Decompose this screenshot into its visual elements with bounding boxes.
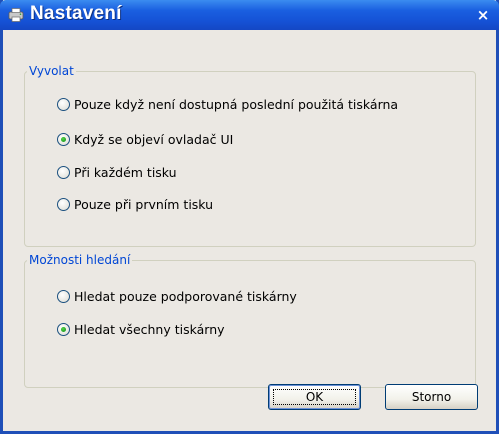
radio-moznosti-option-2[interactable]: Hledat všechny tiskárny	[57, 320, 225, 338]
ok-button[interactable]: OK	[268, 384, 361, 410]
group-vyvolat-legend: Vyvolat	[29, 64, 74, 78]
radio-label: Hledat všechny tiskárny	[74, 321, 225, 337]
printer-app-icon	[8, 8, 24, 22]
ok-button-label: OK	[305, 390, 324, 404]
title-bar[interactable]: Nastavení ×	[0, 0, 499, 30]
cancel-button-label: Storno	[411, 390, 452, 404]
radio-moznosti-option-1[interactable]: Hledat pouze podporované tiskárny	[57, 287, 297, 305]
radio-label: Pouze když není dostupná poslední použit…	[74, 96, 399, 112]
radio-label: Pouze při prvním tisku	[74, 196, 214, 212]
radio-label: Při každém tisku	[74, 164, 177, 180]
radio-vyvolat-option-1[interactable]: Pouze když není dostupná poslední použit…	[57, 95, 398, 113]
dialog-body: Vyvolat Pouze když není dostupná posledn…	[3, 30, 496, 431]
radio-button[interactable]	[57, 165, 70, 179]
radio-vyvolat-option-2[interactable]: Když se objeví ovladač UI	[57, 130, 233, 148]
radio-label: Hledat pouze podporované tiskárny	[74, 288, 297, 304]
cancel-button[interactable]: Storno	[385, 384, 478, 410]
close-button[interactable]: ×	[473, 5, 493, 25]
close-icon: ×	[476, 6, 490, 24]
radio-vyvolat-option-3[interactable]: Při každém tisku	[57, 163, 177, 181]
radio-vyvolat-option-4[interactable]: Pouze při prvním tisku	[57, 195, 213, 213]
radio-button[interactable]	[57, 132, 70, 146]
radio-button[interactable]	[57, 289, 70, 303]
settings-dialog: Nastavení × Vyvolat Pouze když není dost…	[0, 0, 499, 434]
window-title: Nastavení	[30, 3, 122, 24]
group-vyvolat: Vyvolat	[24, 64, 476, 247]
radio-button[interactable]	[57, 197, 70, 211]
radio-label: Když se objeví ovladač UI	[74, 131, 234, 147]
group-moznosti-legend: Možnosti hledání	[29, 253, 131, 267]
radio-button[interactable]	[57, 322, 70, 336]
radio-button[interactable]	[57, 97, 70, 111]
